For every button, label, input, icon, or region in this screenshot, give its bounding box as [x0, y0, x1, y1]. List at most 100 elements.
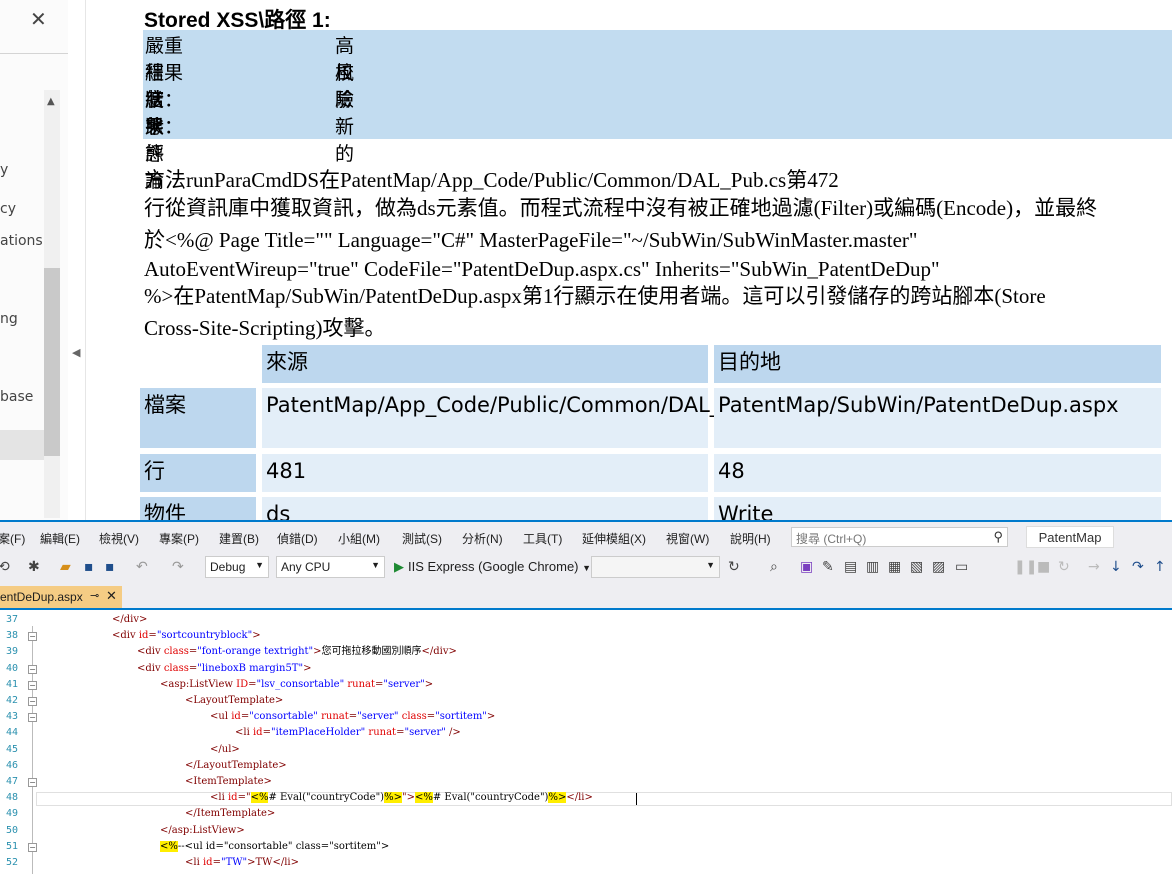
code-token: = — [262, 727, 271, 739]
start-debugging-button[interactable]: ▶ IIS Express (Google Chrome) ▼ — [394, 559, 591, 575]
code-token: = — [212, 857, 221, 868]
nav-item[interactable]: ations — [0, 233, 43, 249]
menu-help[interactable]: 說明(H) — [730, 530, 771, 547]
save-all-icon[interactable]: ▪ — [105, 559, 115, 575]
code-token: "server" — [357, 711, 399, 723]
navigate-back-icon[interactable]: ⟲ — [0, 559, 10, 575]
code-token: "server" — [404, 727, 446, 739]
code-token: <ul — [210, 711, 232, 723]
menu-build[interactable]: 建置(B) — [219, 530, 259, 547]
collapse-icon[interactable]: − — [28, 664, 37, 674]
code-token: </div> — [112, 614, 148, 625]
scroll-up-icon[interactable]: ▲ — [47, 96, 55, 107]
menu-file[interactable]: 案(F) — [0, 530, 25, 547]
tool-icon[interactable]: ▦ — [888, 559, 901, 575]
menu-view[interactable]: 檢視(V) — [99, 530, 139, 547]
collapse-arrow-icon[interactable]: ◀ — [72, 346, 80, 359]
close-icon[interactable]: ✕ — [30, 9, 47, 29]
step-out-icon[interactable]: ↑ — [1154, 559, 1166, 575]
restart-icon[interactable]: ↻ — [1058, 559, 1070, 575]
tool-icon[interactable]: ▭ — [955, 559, 968, 575]
tool-icon[interactable]: ▥ — [866, 559, 879, 575]
refresh-icon[interactable]: ↻ — [728, 559, 740, 575]
redo-icon[interactable]: ↷ — [172, 559, 184, 575]
code-line: </asp:ListView> — [160, 824, 245, 838]
pause-icon[interactable]: ❚❚ — [1014, 559, 1037, 575]
menu-extensions[interactable]: 延伸模組(X) — [582, 530, 646, 547]
line-number: 49 — [5, 808, 18, 820]
code-token: <% — [160, 840, 178, 852]
menu-debug[interactable]: 偵錯(D) — [277, 530, 318, 547]
menu-analyze[interactable]: 分析(N) — [462, 530, 503, 547]
undo-icon[interactable]: ↶ — [136, 559, 148, 575]
nav-item[interactable]: cy — [0, 201, 16, 217]
description-line: 行從資訊庫中獲取資訊，做為ds元素值。而程式流程中沒有被正確地過濾(Filter… — [144, 196, 1098, 220]
tab-patentdedup[interactable]: entDeDup.aspx ⊸ ✕ — [0, 586, 122, 608]
line-number: 47 — [5, 776, 18, 787]
nav-item[interactable]: y — [0, 162, 8, 178]
line-number: 44 — [5, 727, 18, 739]
pane-splitter[interactable]: ◀ — [68, 0, 86, 520]
code-token: "consortable" — [249, 711, 318, 723]
pin-icon[interactable]: ⊸ — [90, 589, 99, 602]
visual-studio-window: 案(F) 編輯(E) 檢視(V) 專案(P) 建置(B) 偵錯(D) 小組(M)… — [0, 520, 1172, 874]
scrollbar-thumb[interactable] — [44, 268, 60, 456]
code-token: > — [252, 630, 261, 642]
line-number: 40 — [5, 662, 18, 674]
step-into-icon[interactable]: ↓ — [1110, 559, 1122, 575]
collapse-icon[interactable]: − — [28, 632, 37, 642]
code-token: runat — [321, 711, 349, 723]
menu-edit[interactable]: 編輯(E) — [40, 530, 80, 547]
tool-icon[interactable]: ▨ — [932, 559, 945, 575]
close-icon[interactable]: ✕ — [106, 588, 117, 604]
code-token: > — [313, 646, 322, 658]
code-line: <div id="sortcountryblock"> — [112, 629, 261, 643]
code-line: <li id="itemPlaceHolder" runat="server" … — [235, 726, 461, 740]
tab-label: entDeDup.aspx — [0, 590, 83, 604]
code-token: > — [486, 711, 496, 723]
code-token: <% — [414, 792, 433, 804]
find-icon[interactable]: ⌕ — [770, 559, 778, 575]
tool-icon[interactable]: ▤ — [844, 559, 857, 575]
empty-dropdown[interactable]: ▼ — [591, 556, 720, 578]
report-document: Stored XSS\路徑 1: 嚴重程度： 高風險 結果狀態： 校驗 結果評論… — [86, 0, 1172, 520]
description-line: 方法runParaCmdDS在PatentMap/App_Code/Public… — [144, 168, 839, 192]
quick-launch-search[interactable]: 搜尋 (Ctrl+Q) ⚲ — [791, 527, 1008, 547]
description-line: 於<%@ Page Title="" Language="C#" MasterP… — [144, 228, 918, 252]
code-token: id — [227, 792, 238, 804]
platform-dropdown[interactable]: Any CPU ▼ — [276, 556, 385, 578]
nav-item[interactable]: base — [0, 389, 33, 405]
collapse-icon[interactable]: − — [28, 680, 37, 690]
menu-test[interactable]: 測試(S) — [402, 530, 442, 547]
menu-tools[interactable]: 工具(T) — [523, 530, 562, 547]
code-editor[interactable]: 37 </div> 38− <div id="sortcountryblock"> 39… — [0, 610, 1172, 874]
chevron-down-icon: ▼ — [371, 560, 380, 570]
menu-window[interactable]: 視窗(W) — [666, 530, 709, 547]
collapse-icon[interactable]: − — [28, 842, 37, 852]
collapse-icon[interactable]: − — [28, 713, 37, 723]
menu-project[interactable]: 專案(P) — [159, 530, 199, 547]
code-token: "sortitem" — [435, 711, 487, 723]
open-icon[interactable]: ▰ — [60, 559, 71, 575]
menu-team[interactable]: 小組(M) — [338, 530, 380, 547]
collapse-icon[interactable]: − — [28, 697, 37, 706]
wrench-icon[interactable]: ✎ — [822, 559, 834, 575]
table-row-label: 檔案 — [140, 388, 256, 448]
search-placeholder: 搜尋 (Ctrl+Q) — [796, 532, 867, 546]
show-next-statement-icon[interactable]: → — [1088, 559, 1100, 575]
code-token: = — [348, 711, 358, 723]
code-token: </li> — [566, 792, 593, 804]
collapse-icon[interactable]: − — [28, 778, 37, 787]
selected-nav-item[interactable] — [0, 430, 44, 460]
tool-icon[interactable]: ▧ — [910, 559, 923, 575]
nav-item[interactable]: ng — [0, 311, 18, 327]
tool-icon[interactable]: ▣ — [800, 559, 813, 575]
code-token: </ul> — [210, 743, 240, 755]
new-item-icon[interactable]: ✱ — [28, 559, 40, 575]
configuration-dropdown[interactable]: Debug ▼ — [205, 556, 269, 578]
code-line: <ul id="consortable" runat="server" clas… — [210, 710, 495, 724]
stop-icon[interactable]: ■ — [1037, 559, 1050, 575]
step-over-icon[interactable]: ↷ — [1132, 559, 1144, 575]
save-icon[interactable]: ▪ — [84, 559, 94, 575]
side-panel: ✕ y cy ations ng base ▲ — [0, 0, 69, 520]
